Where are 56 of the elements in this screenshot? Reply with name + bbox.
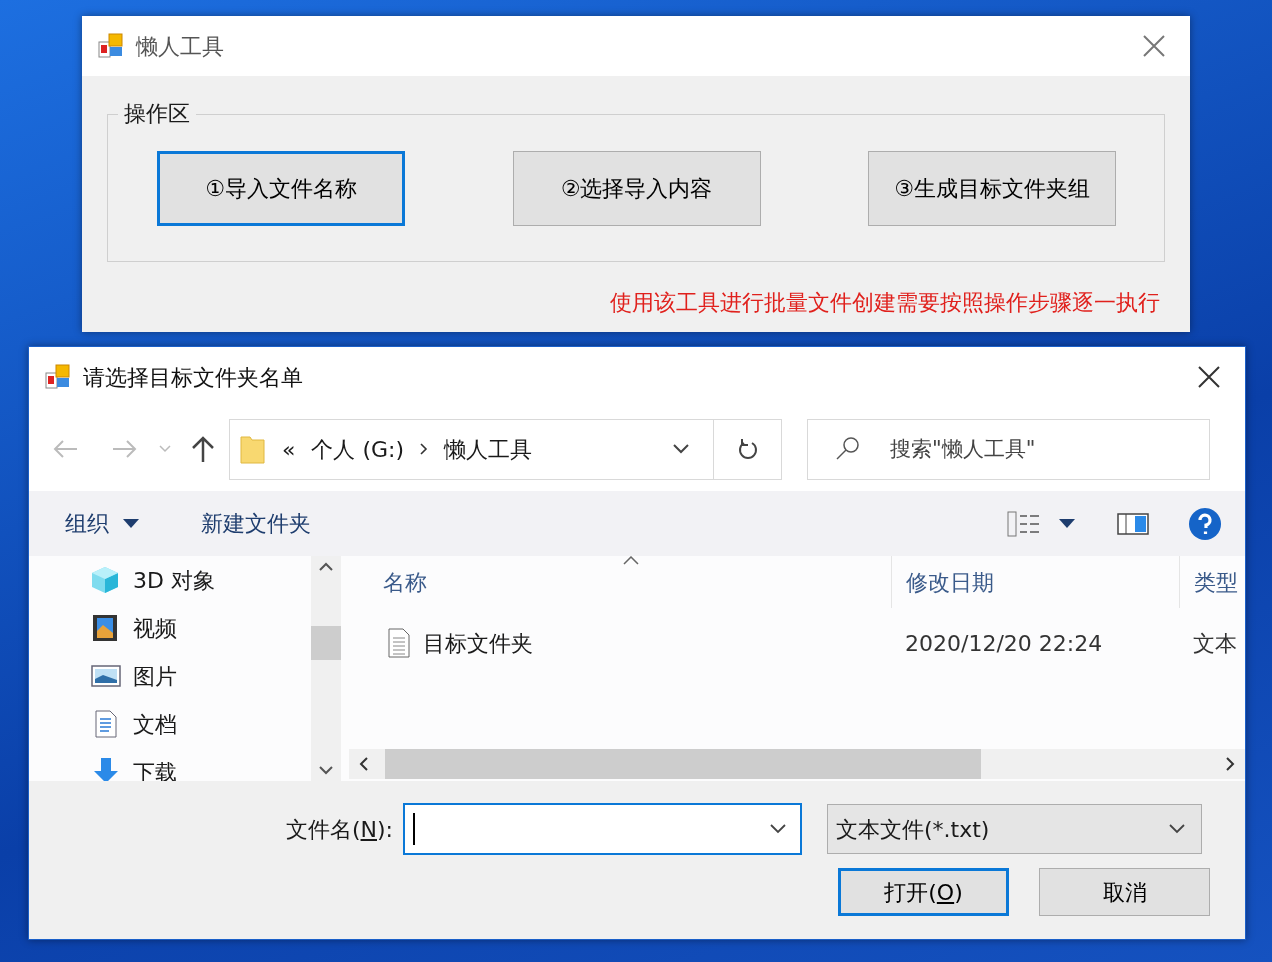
- breadcrumb-overflow[interactable]: «: [282, 432, 296, 466]
- file-type-dropdown[interactable]: 文本文件(*.txt): [827, 804, 1202, 854]
- folder-icon: [240, 433, 266, 465]
- file-name[interactable]: 目标文件夹: [423, 626, 533, 660]
- preview-pane-icon[interactable]: [1117, 512, 1149, 535]
- app-icon: [45, 364, 71, 390]
- chevron-down-icon[interactable]: [673, 444, 689, 454]
- app-icon: [98, 33, 124, 59]
- file-name-label: 文件名(N):: [284, 815, 394, 844]
- scrollbar[interactable]: [311, 556, 341, 781]
- refresh-icon[interactable]: [736, 438, 759, 460]
- close-icon: [1196, 364, 1222, 390]
- breadcrumb-item[interactable]: 个人 (G:): [311, 432, 405, 466]
- search-field[interactable]: 搜索"懒人工具": [807, 418, 1210, 480]
- caret-icon: [123, 519, 139, 528]
- scroll-down-icon[interactable]: [319, 765, 333, 775]
- window-title: 懒人工具: [136, 32, 224, 61]
- sidebar-item[interactable]: 图片: [91, 652, 311, 700]
- column-header[interactable]: 修改日期: [891, 556, 1179, 608]
- cube-icon: [91, 565, 121, 595]
- scrollbar[interactable]: [349, 749, 1245, 779]
- scroll-left-icon[interactable]: [359, 757, 369, 771]
- chevron-right-icon[interactable]: [420, 443, 429, 455]
- column-header[interactable]: 名称: [341, 556, 891, 608]
- close-icon: [1141, 33, 1167, 59]
- new-folder-button[interactable]: 新建文件夹: [201, 507, 311, 540]
- chevron-down-icon[interactable]: [770, 824, 786, 834]
- search-icon: [835, 435, 860, 461]
- step-button[interactable]: ①导入文件名称: [157, 150, 405, 226]
- organize-menu[interactable]: 组织: [65, 507, 139, 540]
- scrollbar-thumb[interactable]: [385, 749, 981, 779]
- chevron-down-icon: [1169, 824, 1185, 834]
- scrollbar-thumb[interactable]: [311, 626, 341, 660]
- table-cell-text: 文本: [1192, 629, 1238, 658]
- step-button[interactable]: ③生成目标文件夹组: [868, 150, 1116, 226]
- address-bar[interactable]: « 个人 (G:) 懒人工具: [229, 418, 782, 480]
- scroll-right-icon[interactable]: [1225, 757, 1235, 771]
- file-name-field[interactable]: [403, 803, 802, 855]
- column-header[interactable]: 类型: [1179, 556, 1245, 608]
- breadcrumb-item[interactable]: 懒人工具: [444, 432, 533, 466]
- open-button[interactable]: 打开(O): [838, 868, 1009, 916]
- sidebar-item[interactable]: 视频: [91, 604, 311, 652]
- sort-ascending-icon: [623, 556, 639, 565]
- sidebar-item[interactable]: 文档: [91, 700, 311, 748]
- help-icon[interactable]: [1189, 507, 1221, 540]
- cancel-button[interactable]: 取消: [1039, 868, 1210, 916]
- window-title: 请选择目标文件夹名单: [83, 363, 303, 392]
- sidebar-item[interactable]: 3D 对象: [91, 556, 311, 604]
- view-list-icon[interactable]: [1007, 510, 1039, 537]
- table-cell-text: 2020/12/20 22:24: [904, 629, 1104, 658]
- up-arrow-icon[interactable]: [191, 436, 215, 462]
- scroll-up-icon[interactable]: [319, 562, 333, 572]
- caret-icon[interactable]: [1059, 519, 1075, 528]
- hint-text: 使用该工具进行批量文件创建需要按照操作步骤逐一执行: [609, 289, 1160, 317]
- text-file-icon: [387, 628, 411, 658]
- step-button[interactable]: ②选择导入内容: [512, 150, 761, 226]
